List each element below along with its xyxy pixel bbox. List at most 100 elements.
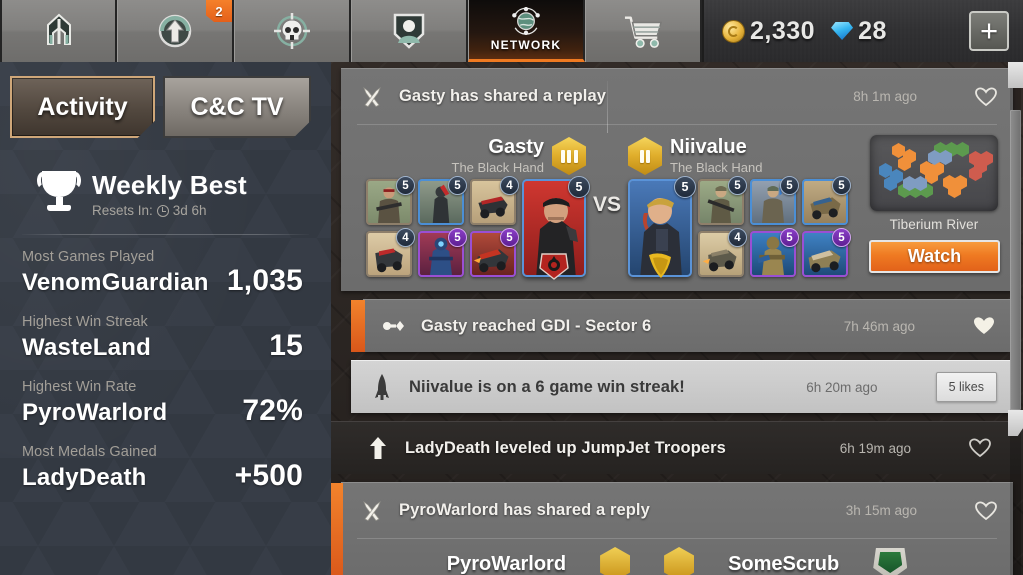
level-up-arrow-icon (365, 435, 391, 461)
unit-card[interactable]: 5 (802, 176, 851, 225)
event-text: Gasty reached GDI - Sector 6 (421, 316, 652, 335)
feed-event-row[interactable]: LadyDeath leveled up JumpJet Troopers 6h… (331, 421, 1023, 474)
feed-event-row[interactable]: Gasty reached GDI - Sector 6 7h 46m ago (351, 299, 1011, 352)
gems-display: 28 (831, 17, 887, 46)
jumpjet-trooper-icon (369, 374, 395, 400)
sidebar-tab-activity[interactable]: Activity (10, 76, 155, 138)
stat-value: +500 (234, 459, 303, 492)
combat-tab[interactable] (234, 0, 351, 62)
left-hero-card[interactable]: 5 (522, 176, 590, 280)
event-text: LadyDeath leveled up JumpJet Troopers (405, 438, 726, 457)
battle-summary: Gasty The Black Hand 5 5 4 4 5 5 5 VS Ni… (341, 81, 1013, 291)
profile-tab[interactable] (351, 0, 468, 62)
skull-target-icon (274, 13, 310, 49)
right-hero-card[interactable]: 5 (628, 176, 696, 278)
event-row-content: Gasty reached GDI - Sector 6 7h 46m ago (363, 300, 1011, 352)
unit-card[interactable]: 4 (470, 176, 519, 225)
unit-card[interactable]: 5 (366, 176, 415, 225)
watch-replay-button[interactable]: Watch (869, 240, 1000, 273)
left-player-rank-badge (552, 137, 586, 175)
reply-left-player-name: PyroWarlord (446, 552, 567, 575)
unit-level: 5 (448, 228, 467, 247)
globe-network-icon (512, 7, 540, 35)
crossed-swords-icon (359, 498, 385, 524)
reply-right-player-name: SomeScrub (728, 552, 840, 575)
map-preview (870, 135, 998, 211)
stat-player-name: WasteLand (22, 334, 151, 361)
stat-player-name: VenomGuardian (22, 269, 209, 296)
event-accent-bar (351, 300, 365, 352)
sidebar: Activity C&C TV Weekly Best Resets In: 3… (0, 62, 331, 575)
coins-display: 2,330 (722, 17, 815, 46)
stat-label: Most Medals Gained (22, 444, 157, 460)
sidebar-tab-group: Activity C&C TV (0, 62, 331, 138)
resets-prefix: Resets In: (92, 203, 153, 218)
weekly-best-header: Weekly Best Resets In: 3d 6h (0, 138, 331, 218)
unit-card[interactable]: 5 (698, 176, 747, 225)
network-tab-label: NETWORK (490, 38, 562, 52)
left-player-clan: The Black Hand (451, 160, 545, 175)
network-tab[interactable]: NETWORK (468, 0, 585, 62)
heart-filled-icon[interactable] (973, 316, 995, 336)
weekly-best-stats: Most Games Played VenomGuardian 1,035 Hi… (0, 235, 331, 493)
replay-card-header: Gasty has shared a replay 8h 1m ago (341, 69, 1013, 124)
likes-count-button[interactable]: 5 likes (935, 372, 997, 402)
event-row-content: LadyDeath leveled up JumpJet Troopers 6h… (331, 422, 1023, 474)
unit-level: 4 (728, 228, 747, 247)
replay-card[interactable]: Gasty has shared a replay 8h 1m ago Gast… (341, 68, 1013, 291)
reply-card-time: 3h 15m ago (845, 503, 917, 518)
unit-card[interactable]: 5 (750, 228, 799, 277)
left-unit-grid: 5 5 4 4 5 5 (366, 176, 519, 277)
unit-card[interactable]: 5 (418, 176, 467, 225)
unit-level: 5 (728, 176, 747, 195)
stat-player-name: PyroWarlord (22, 399, 168, 426)
stat-item: Highest Win Rate PyroWarlord 72% (22, 379, 303, 428)
stat-label: Highest Win Rate (22, 379, 137, 395)
add-currency-button[interactable]: + (969, 11, 1009, 51)
right-player-rank-badge (628, 137, 662, 175)
trophy-icon (37, 171, 81, 217)
map-name: Tiberium River (889, 217, 979, 232)
shopping-cart-icon (624, 16, 663, 48)
heart-outline-icon[interactable] (975, 86, 997, 107)
gem-icon (831, 22, 854, 40)
unit-card[interactable]: 5 (470, 228, 519, 277)
unit-level: 5 (780, 176, 799, 195)
unit-card[interactable]: 4 (698, 228, 747, 277)
reply-accent-bar (331, 483, 343, 575)
upgrade-tab[interactable]: 2 (117, 0, 234, 62)
feed-scrollbar-thumb[interactable] (1010, 110, 1021, 410)
unit-card[interactable]: 5 (418, 228, 467, 277)
base-tab[interactable] (0, 0, 117, 62)
feed-scrollbar-top-cap (1008, 62, 1023, 88)
event-row-content: Niivalue is on a 6 game win streak! 6h 2… (351, 361, 1013, 413)
unit-card[interactable]: 4 (366, 228, 415, 277)
nod-faction-emblem (539, 252, 569, 280)
right-unit-grid: 5 5 5 4 5 5 (698, 176, 851, 277)
clock-icon (156, 204, 169, 217)
hero-level: 5 (674, 176, 696, 198)
heart-outline-icon[interactable] (975, 500, 997, 521)
resets-time: 3d 6h (172, 203, 207, 218)
heart-outline-icon[interactable] (969, 438, 991, 458)
profile-shield-icon (393, 13, 425, 49)
unit-level: 4 (396, 228, 415, 247)
left-player-name: Gasty (488, 136, 544, 158)
reply-left-rank-badge (600, 547, 631, 575)
event-time: 6h 20m ago (806, 379, 878, 395)
store-tab[interactable] (585, 0, 702, 62)
sidebar-tab-cnctv[interactable]: C&C TV (163, 76, 311, 138)
map-column: Tiberium River Watch (859, 133, 1000, 277)
stat-value: 72% (242, 394, 303, 427)
stat-item: Most Medals Gained LadyDeath +500 (22, 444, 303, 493)
reply-right-rank-badge (664, 547, 695, 575)
right-player-panel: Niivalue The Black Hand 5 5 5 5 4 5 5 (628, 133, 859, 278)
reply-card[interactable]: PyroWarlord has shared a reply 3h 15m ag… (331, 482, 1013, 575)
event-text: Niivalue is on a 6 game win streak! (409, 377, 685, 396)
unit-card[interactable]: 5 (750, 176, 799, 225)
rocket-base-icon (46, 13, 71, 45)
unit-card[interactable]: 5 (802, 228, 851, 277)
feed-event-row[interactable]: Niivalue is on a 6 game win streak! 6h 2… (351, 360, 1013, 413)
vs-label: VS (586, 81, 628, 277)
unit-level: 5 (396, 176, 415, 195)
